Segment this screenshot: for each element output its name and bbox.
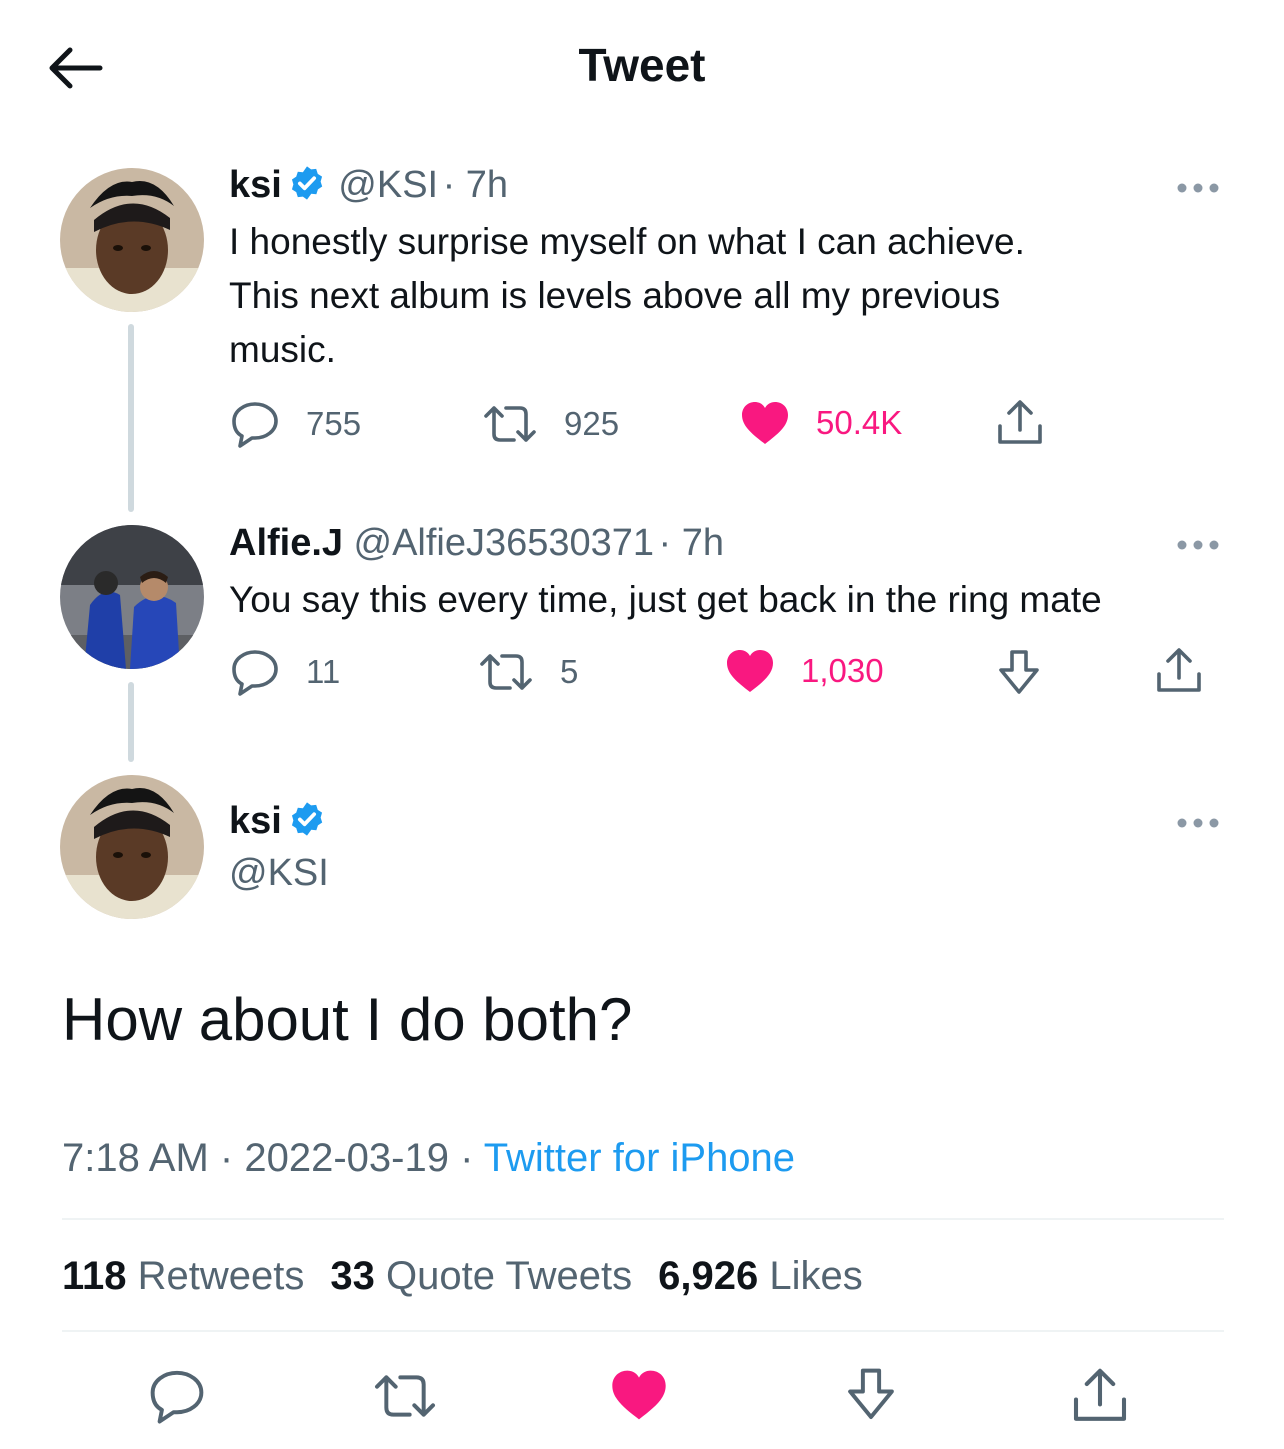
reply-icon[interactable] — [148, 1368, 206, 1424]
likes-stat[interactable]: 6,926 Likes — [658, 1254, 863, 1298]
retweet-count: 925 — [564, 405, 620, 442]
tweet-date: 2022-03-19 — [244, 1136, 449, 1180]
reply-count: 755 — [306, 405, 362, 442]
download-icon[interactable] — [843, 1366, 899, 1424]
retweet-icon — [480, 654, 532, 690]
thread-line — [128, 682, 134, 762]
thread-line — [128, 324, 134, 512]
heart-filled-icon — [727, 650, 773, 692]
tweet-text-line: music. — [229, 329, 336, 370]
like-count: 50.4K — [816, 404, 903, 441]
quote-tweets-stat[interactable]: 33 Quote Tweets — [330, 1254, 632, 1298]
download-icon[interactable] — [995, 648, 1043, 698]
main-author: ksi — [229, 800, 326, 843]
retweets-stat[interactable]: 118 Retweets — [62, 1254, 304, 1298]
tweet1-text: I honestly surprise myself on what I can… — [229, 215, 1229, 377]
reply-icon — [232, 650, 278, 696]
avatar-image — [60, 775, 204, 919]
tweet-text-line: I honestly surprise myself on what I can… — [229, 221, 1025, 262]
like-count: 1,030 — [801, 652, 884, 689]
share-icon[interactable] — [1070, 1366, 1130, 1426]
quote-tweets-count: 33 — [330, 1254, 375, 1298]
avatar-alfiej[interactable] — [60, 525, 204, 669]
main-tweet-text: How about I do both? — [62, 986, 633, 1053]
share-icon[interactable] — [1154, 646, 1204, 696]
meta-separator: · — [219, 1136, 234, 1180]
heart-filled-icon — [742, 402, 788, 444]
meta-separator: · — [460, 1136, 474, 1180]
tweet-source-link[interactable]: Twitter for iPhone — [484, 1136, 795, 1180]
likes-count: 6,926 — [658, 1254, 759, 1298]
verified-badge-icon — [291, 802, 323, 836]
author-handle[interactable]: @KSI — [338, 164, 438, 206]
author-handle[interactable]: @AlfieJ36530371 — [354, 522, 655, 564]
likes-label: Likes — [769, 1254, 863, 1298]
more-options-icon[interactable] — [1176, 182, 1220, 194]
tweet-timestamp: 7:18 AM — [62, 1136, 209, 1180]
more-options-icon[interactable] — [1176, 539, 1220, 551]
tweet-time: · 7h — [442, 164, 509, 206]
retweet-action[interactable]: 925 — [482, 400, 619, 448]
tweet-stats: 118 Retweets 33 Quote Tweets 6,926 Likes — [62, 1254, 863, 1299]
more-options-icon[interactable] — [1176, 817, 1220, 829]
heart-filled-icon[interactable] — [610, 1368, 668, 1422]
like-action[interactable]: 50.4K — [740, 400, 902, 446]
avatar-ksi[interactable] — [60, 775, 204, 919]
divider — [62, 1218, 1224, 1220]
tweet-meta: 7:18 AM · 2022-03-19 · Twitter for iPhon… — [62, 1136, 795, 1181]
tweet-text-line: This next album is levels above all my p… — [229, 275, 1001, 316]
tweet1-header: ksi @KSI · 7h — [229, 164, 508, 207]
tweet2-text: You say this every time, just get back i… — [229, 579, 1102, 620]
author-handle[interactable]: @KSI — [229, 852, 329, 895]
retweet-icon — [484, 406, 536, 442]
retweet-icon[interactable] — [372, 1368, 438, 1424]
avatar-image — [60, 168, 204, 312]
avatar-ksi[interactable] — [60, 168, 204, 312]
share-icon[interactable] — [995, 398, 1045, 448]
like-action[interactable]: 1,030 — [725, 648, 884, 694]
reply-icon — [232, 402, 278, 448]
verified-badge-icon — [291, 166, 323, 200]
retweet-action[interactable]: 5 — [478, 648, 578, 696]
author-name[interactable]: ksi — [229, 800, 282, 842]
tweet2-header: Alfie.J @AlfieJ36530371 · 7h — [229, 522, 724, 565]
retweets-count: 118 — [62, 1254, 127, 1298]
reply-action[interactable]: 755 — [230, 400, 361, 448]
retweets-label: Retweets — [137, 1254, 305, 1298]
author-name[interactable]: Alfie.J — [229, 522, 343, 564]
reply-count: 11 — [306, 653, 341, 690]
reply-action[interactable]: 11 — [230, 648, 340, 696]
divider — [62, 1330, 1224, 1332]
tweet-time: · 7h — [658, 522, 725, 564]
quote-tweets-label: Quote Tweets — [386, 1254, 633, 1298]
author-name[interactable]: ksi — [229, 164, 282, 206]
retweet-count: 5 — [560, 653, 579, 690]
page-title: Tweet — [578, 39, 706, 91]
avatar-image — [60, 525, 204, 669]
